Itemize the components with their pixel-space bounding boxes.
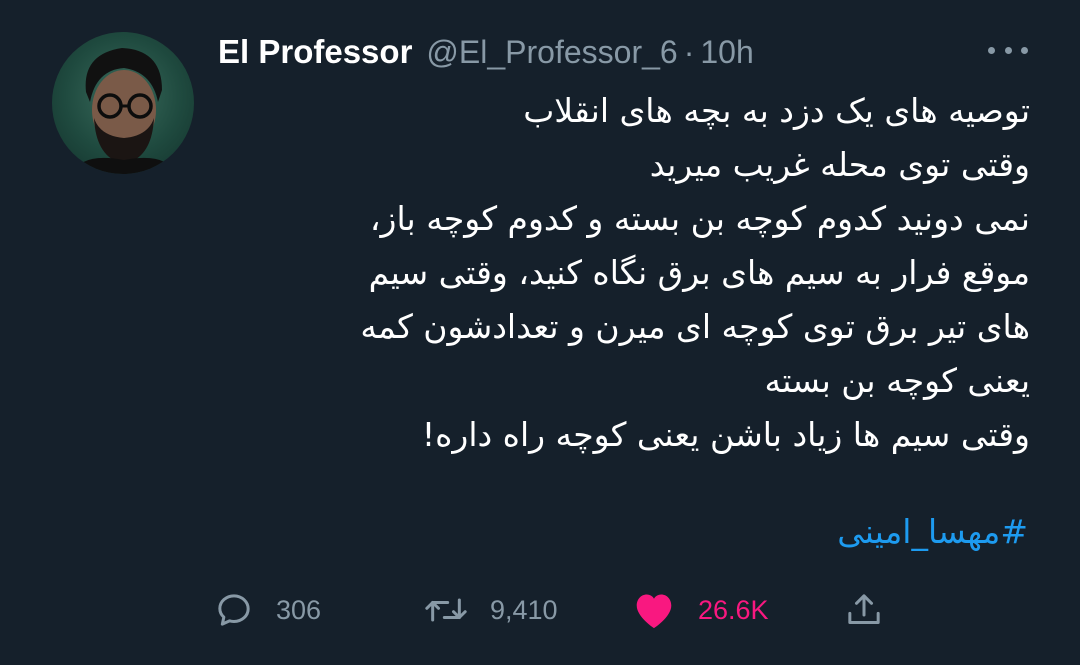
tweet-text-line: نمی دونید کدوم کوچه بن بسته و کدوم کوچه … (369, 199, 1030, 238)
share-icon (848, 594, 880, 624)
tweet-text: توصیه های یک دزد به بچه های انقلاب وقتی … (240, 84, 1030, 462)
tweet-text-line: وقتی سیم ها زیاد باشن یعنی کوچه راه داره… (421, 415, 1030, 454)
tweet-text-line: موقع فرار به سیم های برق نگاه کنید، وقتی… (368, 253, 1030, 292)
avatar[interactable] (52, 32, 194, 174)
tweet-card[interactable]: El Professor @El_Professor_6 · 10h توصیه… (0, 0, 1080, 665)
reply-icon (218, 594, 250, 626)
reply-count: 306 (276, 594, 322, 625)
tweet-text-line: یعنی کوچه بن بسته (764, 361, 1030, 400)
like-count: 26.6K (698, 594, 769, 625)
user-handle[interactable]: @El_Professor_6 (426, 34, 677, 71)
tweet-header: El Professor @El_Professor_6 · 10h (218, 26, 754, 78)
heart-icon (636, 594, 672, 629)
avatar-portrait-icon (72, 48, 176, 174)
retweet-button[interactable]: 9,410 (424, 586, 558, 634)
timestamp[interactable]: 10h (700, 34, 753, 71)
hashtag-link[interactable]: #مهسا_امینی (837, 512, 1028, 551)
retweet-count: 9,410 (490, 594, 558, 625)
tweet-actions: 306 9,410 26.6K (214, 586, 914, 634)
tweet-text-line: های تیر برق توی کوچه ای میرن و تعدادشون … (360, 307, 1030, 346)
like-button[interactable]: 26.6K (632, 586, 769, 634)
reply-button[interactable]: 306 (214, 586, 321, 634)
tweet-text-line: وقتی توی محله غریب میرید (649, 145, 1030, 184)
more-options-icon[interactable] (988, 40, 1028, 60)
share-button[interactable] (844, 586, 906, 634)
separator-dot: · (683, 33, 695, 70)
tweet-text-line: توصیه های یک دزد به بچه های انقلاب (523, 91, 1030, 130)
retweet-icon (425, 598, 467, 622)
display-name[interactable]: El Professor (218, 33, 412, 71)
